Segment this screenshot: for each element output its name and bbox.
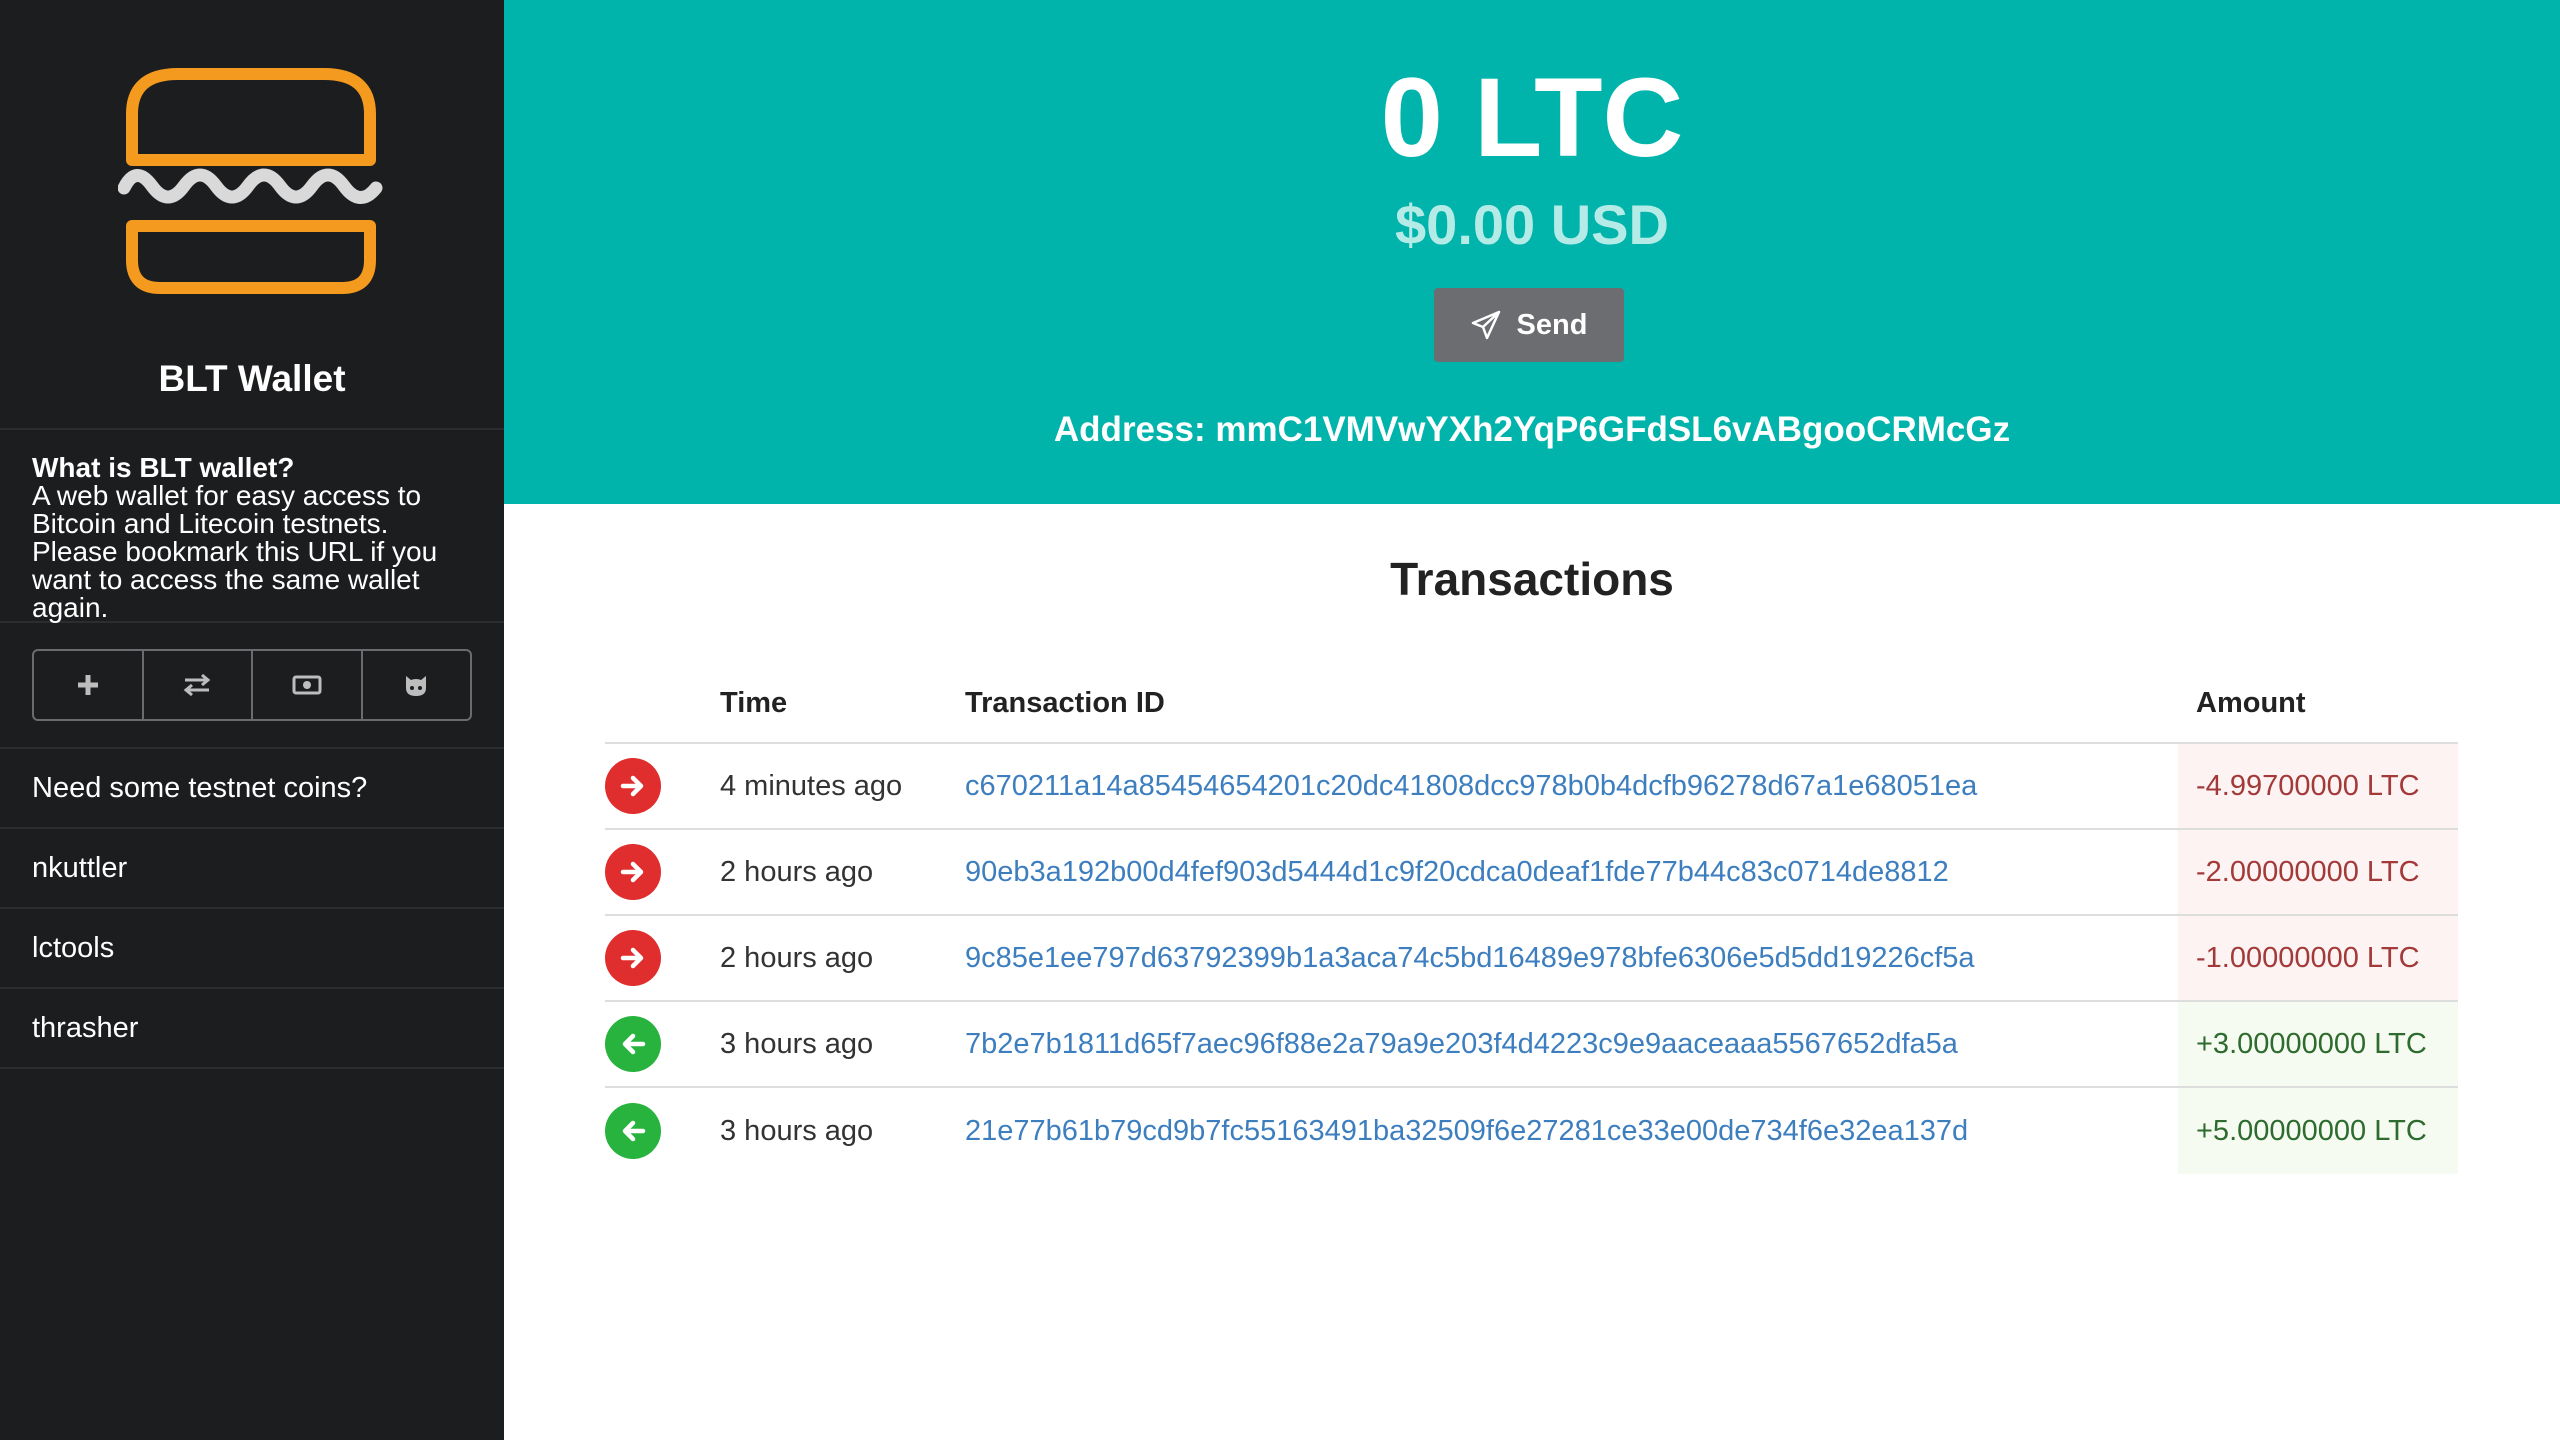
about-title: What is BLT wallet?: [32, 452, 295, 483]
plus-icon: [77, 675, 98, 695]
tx-amount: -4.99700000 LTC: [2178, 744, 2458, 828]
logo-area: BLT Wallet: [0, 0, 504, 430]
sidebar-item-lctools[interactable]: lctools: [0, 909, 504, 989]
sidebar-toolbar: [32, 649, 472, 721]
money-button[interactable]: [253, 651, 363, 719]
about-section: What is BLT wallet? A web wallet for eas…: [0, 430, 504, 623]
table-row: 2 hours ago 90eb3a192b00d4fef903d5444d1c…: [605, 830, 2458, 916]
money-icon: [292, 675, 322, 695]
tx-time: 2 hours ago: [720, 855, 874, 888]
balance-header: 0 LTC $0.00 USD Send Address: mmC1VMVwYX…: [504, 0, 2560, 504]
outgoing-arrow-icon: [605, 844, 661, 900]
tx-time: 2 hours ago: [720, 941, 874, 974]
sidebar: BLT Wallet What is BLT wallet? A web wal…: [0, 0, 504, 1440]
hamburger-logo-icon: [118, 68, 383, 294]
ltc-balance: 0 LTC: [1380, 55, 1684, 180]
tx-amount: -1.00000000 LTC: [2178, 916, 2458, 1000]
send-button[interactable]: Send: [1434, 288, 1624, 362]
incoming-arrow-icon: [605, 1016, 661, 1072]
wallet-address: Address: mmC1VMVwYXh2YqP6GFdSL6vABgooCRM…: [1053, 410, 2011, 449]
paper-plane-icon: [1471, 310, 1500, 340]
table-row: 3 hours ago 7b2e7b1811d65f7aec96f88e2a79…: [605, 1002, 2458, 1088]
github-button[interactable]: [363, 651, 471, 719]
incoming-arrow-icon: [605, 1103, 661, 1159]
header-transaction-id: Transaction ID: [965, 686, 1165, 719]
tx-amount: +5.00000000 LTC: [2178, 1088, 2458, 1174]
tx-time: 3 hours ago: [720, 1027, 874, 1060]
switch-network-button[interactable]: [144, 651, 253, 719]
header-amount: Amount: [2196, 686, 2306, 719]
about-text: A web wallet for easy access to Bitcoin …: [32, 480, 438, 623]
tx-id-link[interactable]: 7b2e7b1811d65f7aec96f88e2a79a9e203f4d422…: [965, 1028, 2178, 1061]
tx-id-link[interactable]: 9c85e1ee797d63792399b1a3aca74c5bd16489e9…: [965, 942, 2178, 975]
outgoing-arrow-icon: [605, 930, 661, 986]
header-time: Time: [720, 686, 788, 719]
tx-id-link[interactable]: c670211a14a85454654201c20dc41808dcc978b0…: [965, 770, 2178, 803]
tx-amount: +3.00000000 LTC: [2178, 1002, 2458, 1086]
transactions-title: Transactions: [1390, 553, 1674, 605]
sidebar-item-nkuttler[interactable]: nkuttler: [0, 829, 504, 909]
table-row: 2 hours ago 9c85e1ee797d63792399b1a3aca7…: [605, 916, 2458, 1002]
tx-id-link[interactable]: 21e77b61b79cd9b7fc55163491ba32509f6e2728…: [965, 1115, 2178, 1148]
tx-time: 3 hours ago: [720, 1114, 874, 1147]
table-header: Time Transaction ID Amount: [605, 664, 2458, 744]
new-wallet-button[interactable]: [34, 651, 144, 719]
table-row: 4 minutes ago c670211a14a85454654201c20d…: [605, 744, 2458, 830]
sidebar-item-thrasher[interactable]: thrasher: [0, 989, 504, 1069]
table-row: 3 hours ago 21e77b61b79cd9b7fc55163491ba…: [605, 1088, 2458, 1174]
tx-amount: -2.00000000 LTC: [2178, 830, 2458, 914]
usd-balance: $0.00 USD: [1395, 193, 1669, 256]
outgoing-arrow-icon: [605, 758, 661, 814]
toolbar-area: [0, 623, 504, 749]
github-icon: [406, 676, 427, 696]
swap-arrows-icon: [183, 673, 211, 697]
tx-time: 4 minutes ago: [720, 769, 903, 802]
brand-name: BLT Wallet: [158, 358, 346, 399]
tx-id-link[interactable]: 90eb3a192b00d4fef903d5444d1c9f20cdca0dea…: [965, 856, 2178, 889]
send-label: Send: [1516, 308, 1588, 341]
sidebar-item-testnet-coins[interactable]: Need some testnet coins?: [0, 749, 504, 829]
transactions-table: Time Transaction ID Amount 4 minutes ago…: [605, 664, 2458, 1174]
